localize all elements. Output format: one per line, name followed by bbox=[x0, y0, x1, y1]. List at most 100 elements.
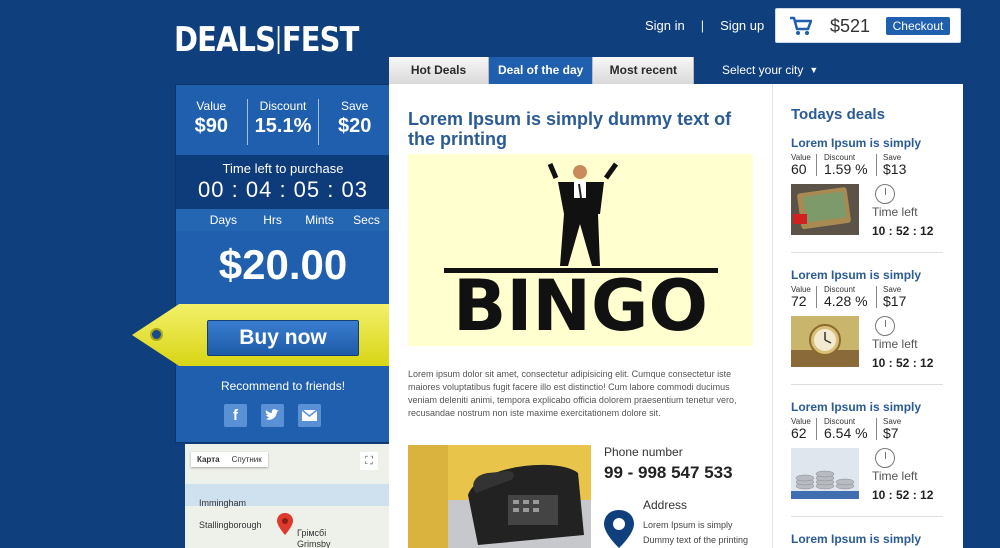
stat-save: Save $20 bbox=[319, 99, 390, 145]
sign-in-link[interactable]: Sign in bbox=[645, 18, 685, 33]
map-tab-satellite[interactable]: Спутник bbox=[226, 452, 268, 467]
address-label: Address bbox=[643, 498, 688, 512]
todays-deals-sidebar: Todays deals Lorem Ipsum is simply Value… bbox=[772, 84, 963, 548]
address-line: Lorem Ipsum is simply bbox=[643, 520, 733, 530]
clock-icon bbox=[875, 184, 895, 204]
countdown: Time left to purchase 00 : 04 : 05 : 03 bbox=[176, 155, 390, 209]
chevron-down-icon: ▼ bbox=[809, 65, 819, 75]
unit-minutes: Mints bbox=[305, 213, 334, 227]
time-left-label: Time left bbox=[872, 469, 918, 483]
cart-amount: $521 bbox=[830, 16, 871, 36]
deal-thumbnail[interactable] bbox=[791, 316, 859, 367]
phone-label: Phone number bbox=[604, 445, 683, 459]
stat-label: Discount bbox=[259, 99, 307, 113]
deal-time: 10 : 52 : 12 bbox=[872, 356, 934, 370]
map-pin-icon[interactable] bbox=[277, 513, 293, 535]
twitter-icon[interactable] bbox=[261, 404, 284, 427]
deal-time: 10 : 52 : 12 bbox=[872, 488, 934, 502]
phone-image bbox=[408, 445, 591, 548]
divider bbox=[791, 384, 943, 385]
tab-hot-deals[interactable]: Hot Deals bbox=[389, 57, 489, 84]
tag-hole bbox=[150, 328, 163, 341]
sidebar-deal[interactable]: Lorem Ipsum is simply bbox=[791, 532, 946, 548]
facebook-icon[interactable]: f bbox=[224, 404, 247, 427]
buy-now-button[interactable]: Buy now bbox=[207, 320, 359, 356]
stat-label: Save bbox=[341, 99, 369, 113]
stat-value: Value $90 bbox=[176, 99, 248, 145]
clock-icon bbox=[875, 448, 895, 468]
deal-thumbnail[interactable] bbox=[791, 448, 859, 499]
hero-word: BINGO bbox=[453, 265, 708, 346]
deal-title[interactable]: Lorem Ipsum is simply bbox=[791, 532, 921, 546]
map-type-tabs: Карта Спутник bbox=[191, 452, 268, 467]
stat-discount: Discount 15.1% bbox=[248, 99, 320, 145]
countdown-timer: 00 : 04 : 05 : 03 bbox=[198, 177, 368, 202]
logo-deals: DEALS bbox=[174, 20, 276, 60]
deal-value: 60 bbox=[791, 161, 807, 177]
city-select-label: Select your city bbox=[722, 63, 804, 77]
deal-description: Lorem ipsum dolor sit amet, consectetur … bbox=[408, 369, 737, 418]
sidebar-title: Todays deals bbox=[791, 106, 885, 123]
fullscreen-icon[interactable]: ⛶ bbox=[360, 452, 378, 470]
address-text: Lorem Ipsum is simply Dummy text of the … bbox=[643, 518, 748, 548]
unit-seconds: Secs bbox=[353, 213, 380, 227]
location-pin-icon bbox=[604, 510, 634, 548]
mail-icon[interactable] bbox=[298, 404, 321, 427]
checkout-button[interactable]: Checkout bbox=[886, 17, 950, 35]
stat-number: $90 bbox=[194, 115, 229, 137]
time-left-label: Time left to purchase bbox=[222, 161, 344, 176]
sign-up-link[interactable]: Sign up bbox=[720, 18, 764, 33]
map-label: Grimsby bbox=[297, 539, 331, 548]
tab-deal-of-the-day[interactable]: Deal of the day bbox=[489, 57, 594, 84]
social-links: f bbox=[224, 404, 321, 427]
divider bbox=[791, 516, 943, 517]
sidebar-deal[interactable]: Lorem Ipsum is simply Value Discount Sav… bbox=[791, 400, 946, 520]
bingo-illustration: BINGO bbox=[408, 154, 753, 346]
logo[interactable]: DEALS FEST bbox=[174, 20, 359, 60]
phone-number: 99 - 998 547 533 bbox=[604, 463, 733, 482]
map-label: Stallingborough bbox=[199, 520, 262, 530]
auth-divider: | bbox=[700, 18, 705, 33]
deal-price: $20.00 bbox=[218, 241, 348, 288]
map-tab-map[interactable]: Карта bbox=[191, 452, 226, 467]
deal-value: 72 bbox=[791, 293, 807, 309]
auth-links: Sign in | Sign up bbox=[645, 18, 764, 33]
main-content: Lorem Ipsum is simply dummy text of the … bbox=[389, 84, 772, 548]
deal-time: 10 : 52 : 12 bbox=[872, 224, 934, 238]
city-select[interactable]: Select your city ▼ bbox=[722, 63, 818, 77]
deal-title[interactable]: Lorem Ipsum is simply bbox=[791, 136, 921, 150]
stat-divider bbox=[876, 286, 877, 308]
time-left-label: Time left bbox=[872, 337, 918, 351]
shopping-cart-icon[interactable] bbox=[790, 16, 812, 36]
deal-discount: 6.54 % bbox=[824, 425, 868, 441]
deal-title[interactable]: Lorem Ipsum is simply bbox=[791, 400, 921, 414]
stat-divider bbox=[816, 286, 817, 308]
deal-thumbnail[interactable] bbox=[791, 184, 859, 235]
deal-headline[interactable]: Lorem Ipsum is simply dummy text of the … bbox=[408, 109, 758, 149]
deal-stats: Value $90 Discount 15.1% Save $20 bbox=[176, 85, 390, 155]
deal-title[interactable]: Lorem Ipsum is simply bbox=[791, 268, 921, 282]
deal-discount: 4.28 % bbox=[824, 293, 868, 309]
stat-divider bbox=[816, 418, 817, 440]
deal-value: 62 bbox=[791, 425, 807, 441]
cart-widget: $521 Checkout bbox=[775, 8, 961, 43]
stat-number: 15.1% bbox=[254, 115, 312, 137]
sidebar-deal[interactable]: Lorem Ipsum is simply Value Discount Sav… bbox=[791, 136, 946, 256]
logo-fest: FEST bbox=[281, 20, 359, 60]
stat-divider bbox=[876, 418, 877, 440]
logo-divider bbox=[277, 26, 280, 54]
deal-panel: Value $90 Discount 15.1% Save $20 Time l… bbox=[175, 84, 390, 443]
sidebar-deal[interactable]: Lorem Ipsum is simply Value Discount Sav… bbox=[791, 268, 946, 388]
divider bbox=[791, 252, 943, 253]
stat-label: Value bbox=[196, 99, 227, 113]
clock-icon bbox=[875, 316, 895, 336]
deal-save: $17 bbox=[883, 293, 907, 309]
countdown-units: Days Hrs Mints Secs bbox=[176, 209, 390, 231]
map-label: Грімсбі bbox=[297, 528, 327, 538]
hero-image: BINGO bbox=[408, 154, 753, 346]
tab-most-recent[interactable]: Most recent bbox=[593, 57, 695, 84]
unit-days: Days bbox=[209, 213, 238, 227]
stat-divider bbox=[816, 154, 817, 176]
map-label: Immingham bbox=[199, 498, 247, 508]
unit-hours: Hrs bbox=[263, 213, 282, 227]
